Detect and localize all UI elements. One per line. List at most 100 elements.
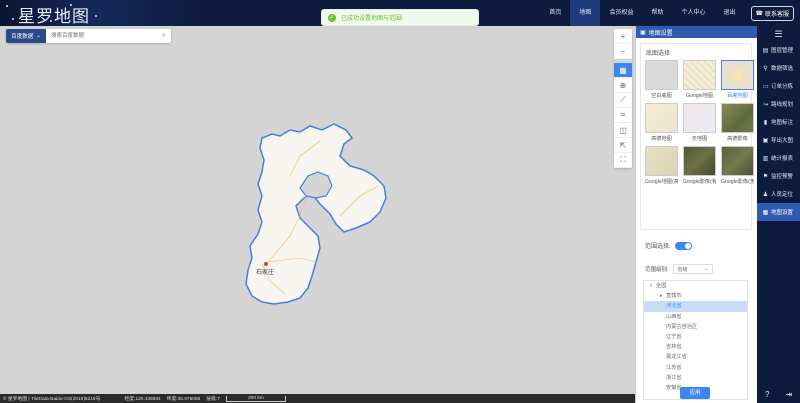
fullscreen-icon[interactable]: ⛶: [614, 153, 632, 168]
right-sidebar: ☰ ▤ 图层管理 ⚲ 数据筛选 ▭ 订单分拣 ↝ 路线规划 ▮ 地图标注 ▣ 导出大图 ▥ 统计报表 ⚑ 监控…: [757, 26, 800, 403]
level-label: 范围级别:: [645, 267, 669, 273]
basemap-option[interactable]: 天地图: [683, 103, 716, 142]
search-input[interactable]: [46, 29, 157, 43]
tree-node[interactable]: 黑龙江省: [644, 352, 747, 362]
map-settings-panel: ▣ 地图设置 底图选择 空白底图 Google地图 百度地图高德地图 天地图 高德影像 G…: [635, 26, 757, 403]
tree-node[interactable]: 内蒙古自治区: [644, 322, 747, 332]
basemap-option[interactable]: Google地图: [683, 60, 716, 99]
right-nav-item[interactable]: ▦ 地图设置: [757, 203, 800, 221]
route-icon: ↝: [762, 101, 769, 108]
basemap-option[interactable]: 空白底图: [645, 60, 678, 99]
search-icon[interactable]: ⌕: [157, 29, 171, 43]
basemap-thumbnail: [721, 103, 754, 133]
scale-bar: 200 km: [225, 395, 286, 402]
tree-node[interactable]: 江苏省: [644, 363, 747, 373]
nav-home[interactable]: 首页: [540, 0, 570, 26]
basemap-option[interactable]: 百度地图: [721, 60, 754, 99]
layers-icon: ▤: [762, 47, 769, 54]
basemap-thumbnail: [683, 146, 716, 176]
tree-node-label: 河北省: [666, 303, 682, 310]
tree-node[interactable]: 河北省: [644, 301, 747, 312]
right-nav-item[interactable]: ▤ 图层管理: [757, 41, 800, 59]
map-canvas[interactable]: 石家庄: [0, 26, 640, 394]
ruler-icon[interactable]: ⟋: [614, 93, 632, 108]
search-bar: 百度数据 ⌄ ⌕: [6, 29, 171, 43]
level-select[interactable]: 省级 ⌄: [672, 264, 713, 274]
right-nav-item[interactable]: ▮ 地图标注: [757, 113, 800, 131]
basemap-option[interactable]: Google影像(无: [721, 146, 754, 185]
level-row: 范围级别: 省级 ⌄: [645, 264, 713, 274]
check-circle-icon: ✓: [328, 13, 336, 22]
right-nav-item[interactable]: ⚲ 数据筛选: [757, 59, 800, 77]
sidebar-footer: ? ⇥: [757, 390, 800, 399]
hebei-province-shape: [245, 123, 387, 305]
right-nav-label: 导出大图: [771, 138, 794, 144]
basemap-label: 天地图: [691, 136, 708, 142]
filter-icon: ⚲: [763, 65, 768, 72]
star-decoration: [95, 15, 97, 17]
layers-icon[interactable]: ▦: [614, 63, 632, 78]
collapse-icon[interactable]: ⇥: [785, 390, 792, 399]
tree-node[interactable]: ▿ 全国: [644, 281, 747, 291]
basemap-label: 高德影像: [727, 136, 748, 142]
right-nav-label: 统计报表: [771, 156, 794, 162]
nav-map[interactable]: 地图: [570, 0, 601, 26]
right-nav-item[interactable]: ⚑ 监控预警: [757, 167, 800, 185]
right-nav-item[interactable]: ▭ 订单分拣: [757, 77, 800, 95]
panel-header: ▣ 地图设置: [636, 26, 757, 38]
zoom-in-icon[interactable]: +: [614, 29, 632, 44]
tree-node-label: 黑龙江省: [666, 354, 687, 361]
tree-node[interactable]: 辽宁省: [644, 332, 747, 342]
zoom-out-icon[interactable]: −: [614, 44, 632, 59]
region-tree: ▿ 全国 ▸ 直辖市 河北省 山西省 内蒙古自治区 辽宁省 吉林省 黑龙江省 江苏省 浙江省 安徽省: [643, 280, 748, 400]
capital-marker: [264, 262, 268, 266]
area-select-icon[interactable]: ◫: [614, 123, 632, 138]
basemap-label: Google影像(无: [721, 179, 754, 185]
tree-node-label: 江苏省: [666, 364, 682, 371]
right-nav-label: 地图标注: [771, 120, 794, 126]
apply-button[interactable]: 应用: [680, 387, 710, 399]
range-label: 范围选择:: [645, 244, 671, 250]
range-toggle[interactable]: [674, 241, 692, 250]
crop-icon[interactable]: ⌗: [614, 108, 632, 123]
basemap-option[interactable]: Google影像(有: [683, 146, 716, 185]
basemap-title: 底图选择: [646, 51, 671, 57]
tree-node-label: 辽宁省: [666, 333, 682, 340]
right-nav-item[interactable]: ▣ 导出大图: [757, 131, 800, 149]
tree-node[interactable]: 浙江省: [644, 373, 747, 383]
panel-title: 地图设置: [648, 30, 673, 37]
basemap-thumbnail: [645, 146, 678, 176]
tree-node-label: 直辖市: [666, 293, 682, 300]
locate-icon[interactable]: ⊕: [614, 78, 632, 93]
star-decoration: [6, 5, 8, 7]
headset-icon: ☎: [755, 10, 763, 17]
tree-node-label: 内蒙古自治区: [666, 323, 698, 330]
basemap-option[interactable]: 高德影像: [721, 103, 754, 142]
latitude-readout: 纬度:35.976066: [166, 397, 201, 402]
tree-node[interactable]: 山西省: [644, 312, 747, 322]
right-nav-item[interactable]: ↝ 路线规划: [757, 95, 800, 113]
main-nav: 首页 地图 会员权益 帮助 个人中心 退出 ☎ 联系客服: [540, 0, 794, 26]
province-map: 石家庄: [245, 123, 387, 305]
right-nav-item[interactable]: ▥ 统计报表: [757, 149, 800, 167]
basemap-option[interactable]: Google地图(高: [645, 146, 678, 185]
nav-user-center[interactable]: 个人中心: [672, 0, 714, 26]
level-value: 省级: [677, 266, 688, 273]
basemap-thumbnail: [721, 146, 754, 176]
status-bar: © 星罗地图 | TileData-Baidu-GS(2019)5218号 经度…: [0, 394, 640, 403]
nav-membership[interactable]: 会员权益: [600, 0, 642, 26]
help-icon[interactable]: ?: [765, 390, 769, 399]
app-logo[interactable]: 星罗地图: [18, 2, 90, 27]
contact-service-button[interactable]: ☎ 联系客服: [750, 5, 794, 21]
nav-help[interactable]: 帮助: [642, 0, 672, 26]
star-decoration: [12, 18, 14, 20]
tree-node[interactable]: ▸ 直辖市: [644, 291, 747, 301]
map-settings-icon: ▦: [762, 209, 769, 216]
right-nav-item[interactable]: ♟ 人员定位: [757, 185, 800, 203]
tree-node[interactable]: 吉林省: [644, 342, 747, 352]
basemap-option[interactable]: 高德地图: [645, 103, 678, 142]
export-icon[interactable]: ⇱: [614, 138, 632, 153]
menu-toggle-icon[interactable]: ☰: [757, 27, 800, 41]
nav-logout[interactable]: 退出: [714, 0, 744, 26]
data-source-select[interactable]: 百度数据 ⌄: [6, 29, 46, 43]
